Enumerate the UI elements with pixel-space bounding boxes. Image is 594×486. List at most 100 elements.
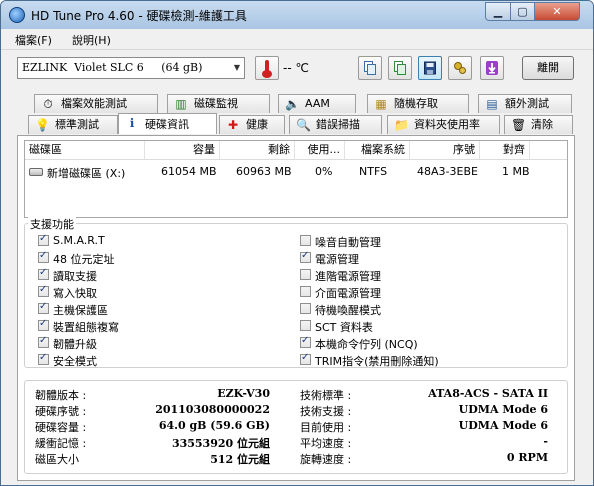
menu-help[interactable]: 說明(H): [72, 32, 111, 48]
title-bar[interactable]: HD Tune Pro 4.60 - 硬碟檢測-維護工具 ▁ ▢ ✕: [1, 1, 593, 29]
checkbox[interactable]: [300, 320, 311, 331]
tab-erase[interactable]: 🗑 清除: [504, 115, 573, 134]
close-button[interactable]: ✕: [534, 2, 580, 21]
column-volume[interactable]: 磁碟區: [25, 141, 145, 159]
health-cross-icon: ✚: [227, 118, 239, 132]
value-current-mode: UDMA Mode 6: [458, 419, 548, 432]
exit-button[interactable]: 離開: [522, 56, 574, 80]
chart-icon: ▤: [486, 97, 498, 111]
value-rotation-speed: 0 RPM: [506, 451, 548, 464]
column-alignment[interactable]: 對齊: [480, 141, 530, 159]
column-filesystem[interactable]: 檔案系統: [345, 141, 410, 159]
value-average-speed: -: [543, 435, 548, 448]
checkbox[interactable]: [38, 352, 49, 365]
checkbox[interactable]: [38, 335, 49, 348]
checkbox[interactable]: [300, 335, 311, 348]
checkbox[interactable]: [38, 267, 49, 280]
checkbox[interactable]: [300, 286, 311, 297]
tab-error-scan[interactable]: 🔍 錯誤掃描: [289, 115, 382, 134]
checkbox[interactable]: [300, 352, 311, 365]
column-free[interactable]: 剩餘: [220, 141, 295, 159]
column-capacity[interactable]: 容量: [145, 141, 220, 159]
partition-list[interactable]: 磁碟區 容量 剩餘 使用... 檔案系統 序號 對齊 新增磁碟區 (X:) 61…: [24, 140, 568, 218]
save-icon: [424, 61, 436, 75]
column-serial[interactable]: 序號: [410, 141, 480, 159]
table-row[interactable]: 新增磁碟區 (X:) 61054 MB 60963 MB 0% NTFS 48A…: [25, 163, 567, 181]
tab-aam[interactable]: 🔈 AAM: [278, 94, 356, 113]
checkbox[interactable]: [38, 301, 49, 314]
value-serial-number: 201103080000022: [155, 403, 270, 416]
bar-chart-icon: ▥: [175, 97, 187, 111]
random-dots-icon: ▦: [375, 97, 387, 111]
value-standard: ATA8-ACS - SATA II: [428, 387, 548, 400]
chevron-down-icon: ▼: [233, 63, 240, 72]
checkbox[interactable]: [300, 269, 311, 280]
label-average-speed: 平均速度 :: [300, 437, 352, 450]
checkbox[interactable]: [38, 318, 49, 331]
menu-file[interactable]: 檔案(F): [15, 32, 52, 48]
tab-disk-monitor[interactable]: ▥ 磁碟監視: [167, 94, 270, 113]
copy-screenshot-icon: [394, 61, 406, 75]
checkbox[interactable]: [300, 250, 311, 263]
label-rotation-speed: 旋轉速度 :: [300, 453, 352, 466]
minimize-button[interactable]: ▁: [485, 2, 511, 21]
value-buffer: 33553920 位元組: [171, 437, 270, 450]
label-firmware-version: 韌體版本 :: [35, 389, 87, 402]
tab-random-access[interactable]: ▦ 隨機存取: [367, 94, 469, 113]
drive-select-value: EZLINK Violet SLC 6 (64 gB): [22, 61, 203, 74]
temperature-readout: -- ℃: [283, 61, 309, 75]
supported-features-group: [24, 223, 568, 368]
magnifier-icon: 🔍: [296, 118, 311, 132]
tab-extra-tests[interactable]: ▤ 額外測試: [478, 94, 572, 113]
cell-alignment: 1 MB: [502, 165, 530, 178]
column-usage[interactable]: 使用...: [295, 141, 345, 159]
download-button[interactable]: [480, 56, 504, 80]
cell-serial: 48A3-3EBE: [417, 165, 478, 178]
partition-list-header: 磁碟區 容量 剩餘 使用... 檔案系統 序號 對齊: [25, 141, 567, 160]
trash-icon: 🗑: [511, 118, 527, 132]
checkbox[interactable]: [38, 233, 49, 246]
supported-features-label: 支援功能: [28, 216, 76, 232]
copy-button[interactable]: [358, 56, 382, 80]
download-icon: [486, 61, 498, 75]
hdtune-app-icon: [9, 7, 25, 23]
value-firmware-version: EZK-V30: [217, 387, 270, 400]
lightbulb-icon: 💡: [35, 118, 50, 132]
tab-drive-info[interactable]: ℹ 硬碟資訊: [118, 113, 217, 134]
info-icon: ℹ: [129, 116, 135, 130]
tab-folder-usage[interactable]: 📁 資料夾使用率: [387, 115, 500, 134]
maximize-button[interactable]: ▢: [510, 2, 535, 21]
label-supported-mode: 技術支援 :: [300, 405, 352, 418]
drive-info-panel: 磁碟區 容量 剩餘 使用... 檔案系統 序號 對齊 新增磁碟區 (X:) 61…: [17, 135, 575, 481]
tab-benchmark[interactable]: 💡 標準測試: [28, 115, 118, 134]
options-button[interactable]: [448, 56, 472, 80]
cell-volume: 新增磁碟區 (X:): [47, 167, 126, 180]
cell-filesystem: NTFS: [359, 165, 388, 178]
value-sector-size: 512 位元組: [210, 453, 270, 466]
value-capacity: 64.0 gB (59.6 GB): [158, 419, 270, 432]
checkbox[interactable]: [300, 303, 311, 314]
options-icon: [454, 62, 466, 74]
cell-capacity: 61054 MB: [161, 165, 217, 178]
menu-bar: 檔案(F) 說明(H): [1, 29, 593, 50]
tab-file-benchmark[interactable]: ⏱ 檔案效能測試: [34, 94, 158, 113]
tab-health[interactable]: ✚ 健康: [219, 115, 285, 134]
save-button[interactable]: [418, 56, 442, 80]
main-content: EZLINK Violet SLC 6 (64 gB) ▼ -- ℃ 離開 ⏱ …: [1, 50, 593, 485]
copy-screenshot-button[interactable]: [388, 56, 412, 80]
speaker-icon: 🔈: [285, 97, 300, 111]
checkbox[interactable]: [38, 250, 49, 263]
checkbox[interactable]: [38, 284, 49, 297]
stopwatch-icon: ⏱: [43, 97, 53, 111]
label-serial-number: 硬碟序號 :: [35, 405, 87, 418]
label-sector-size: 磁區大小: [35, 453, 79, 466]
label-standard: 技術標準 :: [300, 389, 352, 402]
drive-select[interactable]: EZLINK Violet SLC 6 (64 gB) ▼: [17, 57, 245, 79]
checkbox[interactable]: [300, 235, 311, 246]
copy-icon: [364, 61, 376, 75]
thermometer-icon: [255, 56, 279, 80]
drive-icon: [29, 168, 43, 176]
label-buffer: 緩衝記憶 :: [35, 437, 87, 450]
folder-icon: 📁: [394, 118, 409, 132]
cell-usage: 0%: [315, 165, 333, 178]
